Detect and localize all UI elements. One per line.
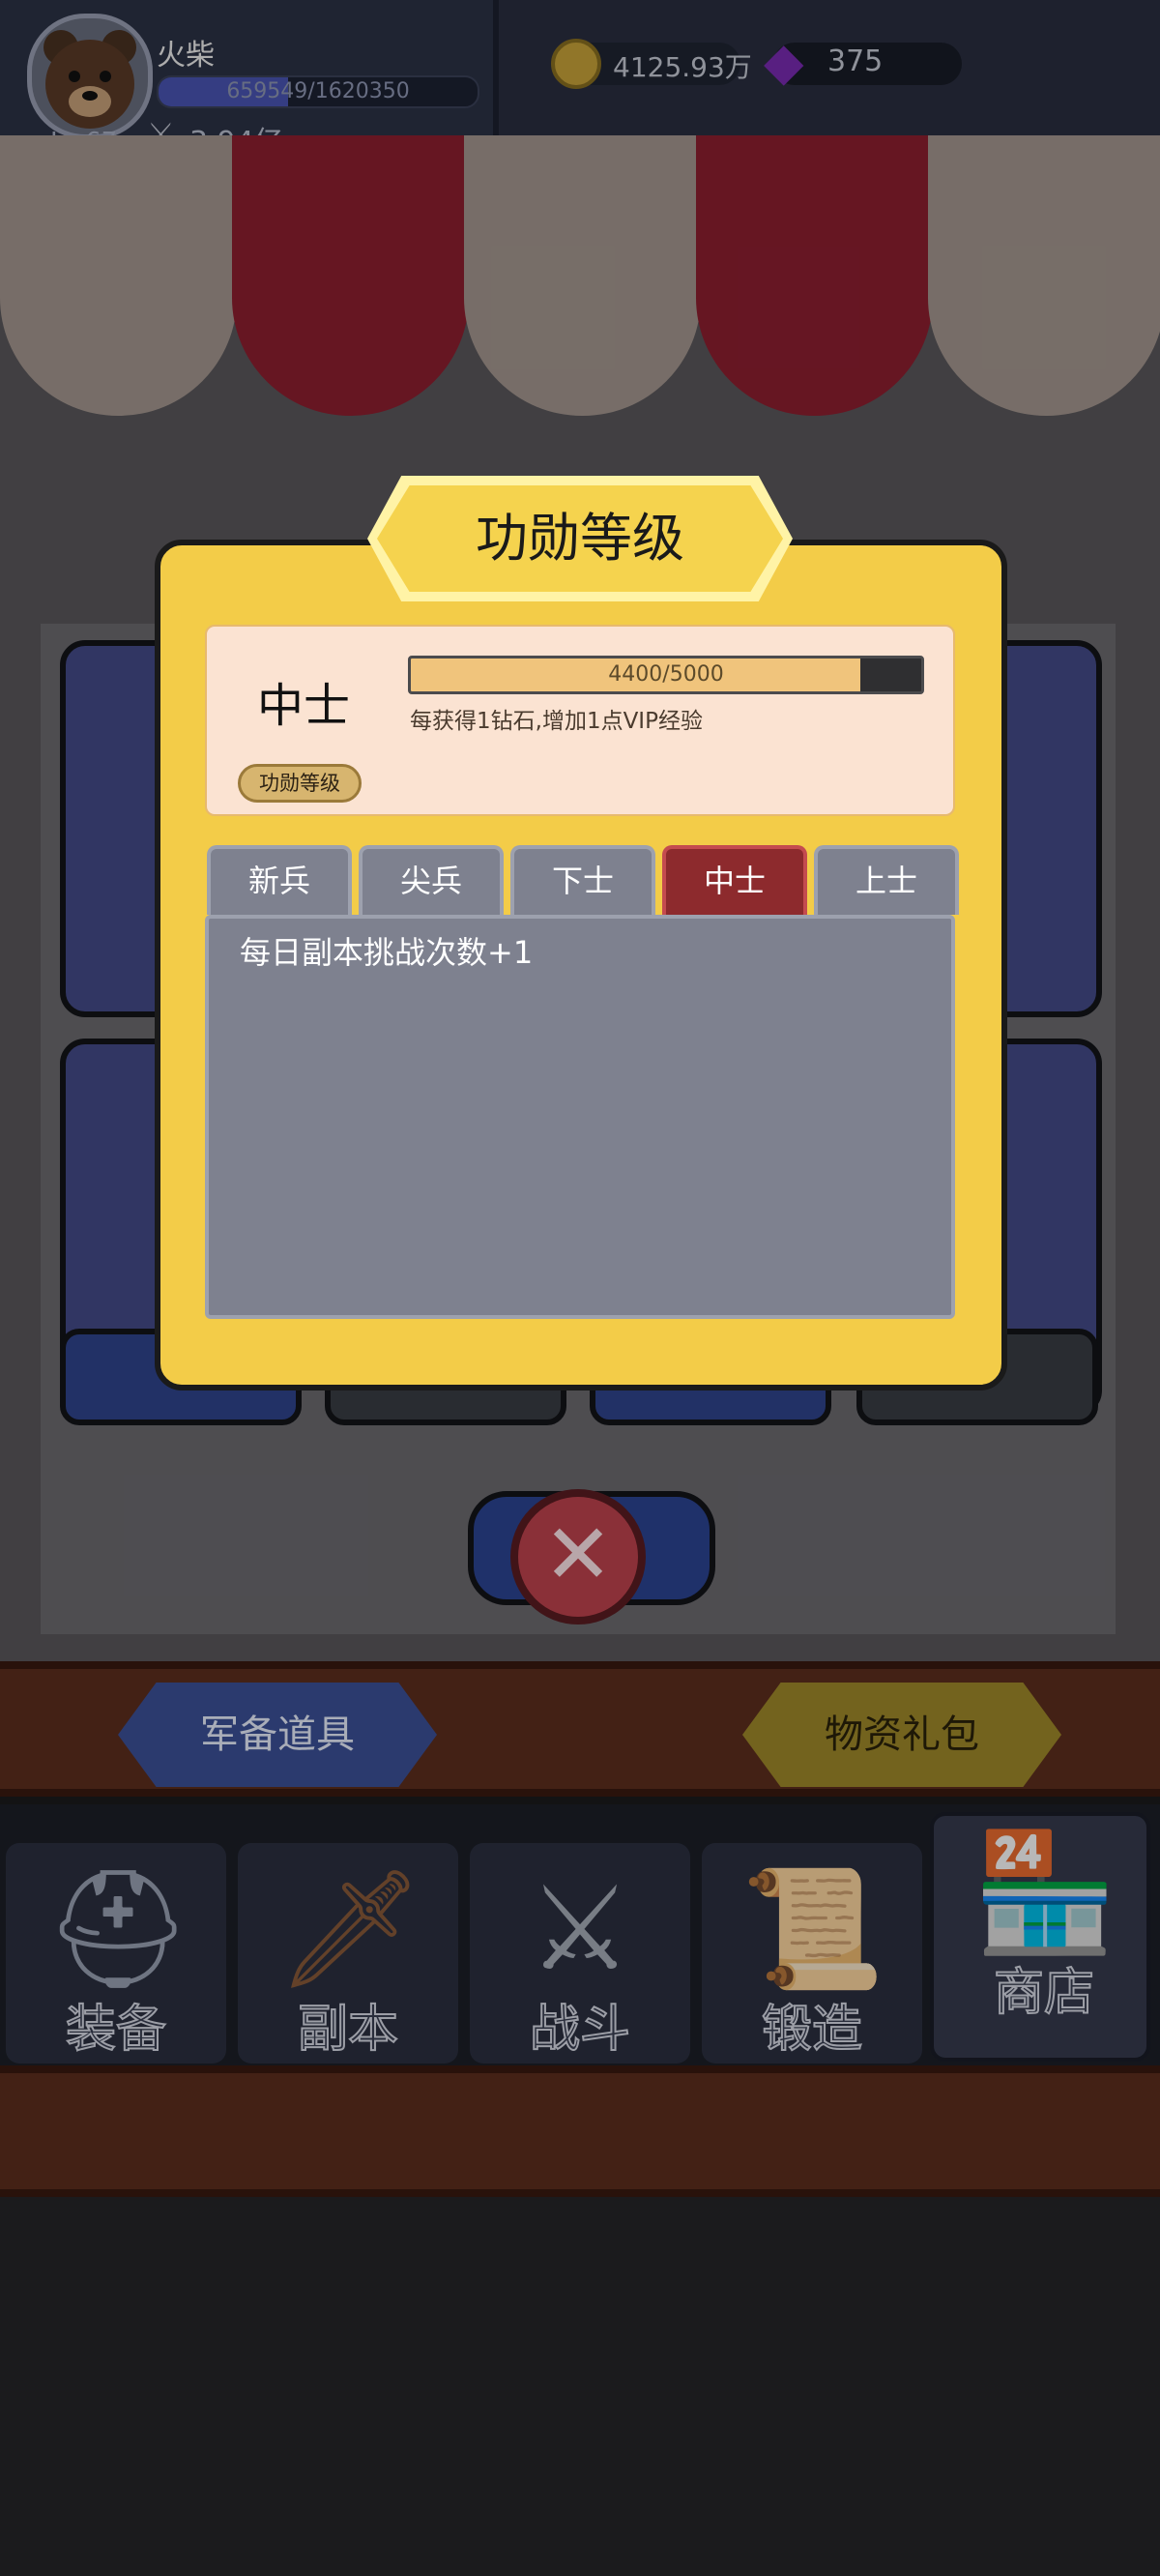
tab-recruit[interactable]: 新兵 (207, 845, 352, 915)
rank-progress-text: 4400/5000 (608, 662, 724, 687)
tab-sergeant[interactable]: 中士 (662, 845, 807, 915)
dialog-title: 功勋等级 (476, 508, 684, 569)
rank-benefits-panel (205, 915, 955, 1319)
tab-scout[interactable]: 尖兵 (359, 845, 504, 915)
rank-badge: 功勋等级 (238, 764, 362, 803)
tab-corporal[interactable]: 下士 (510, 845, 655, 915)
tab-staff-sergeant[interactable]: 上士 (814, 845, 959, 915)
current-rank: 中士 (257, 679, 351, 733)
rank-description: 每获得1钻石,增加1点VIP经验 (410, 709, 703, 734)
benefit-text: 每日副本挑战次数+1 (240, 934, 534, 971)
